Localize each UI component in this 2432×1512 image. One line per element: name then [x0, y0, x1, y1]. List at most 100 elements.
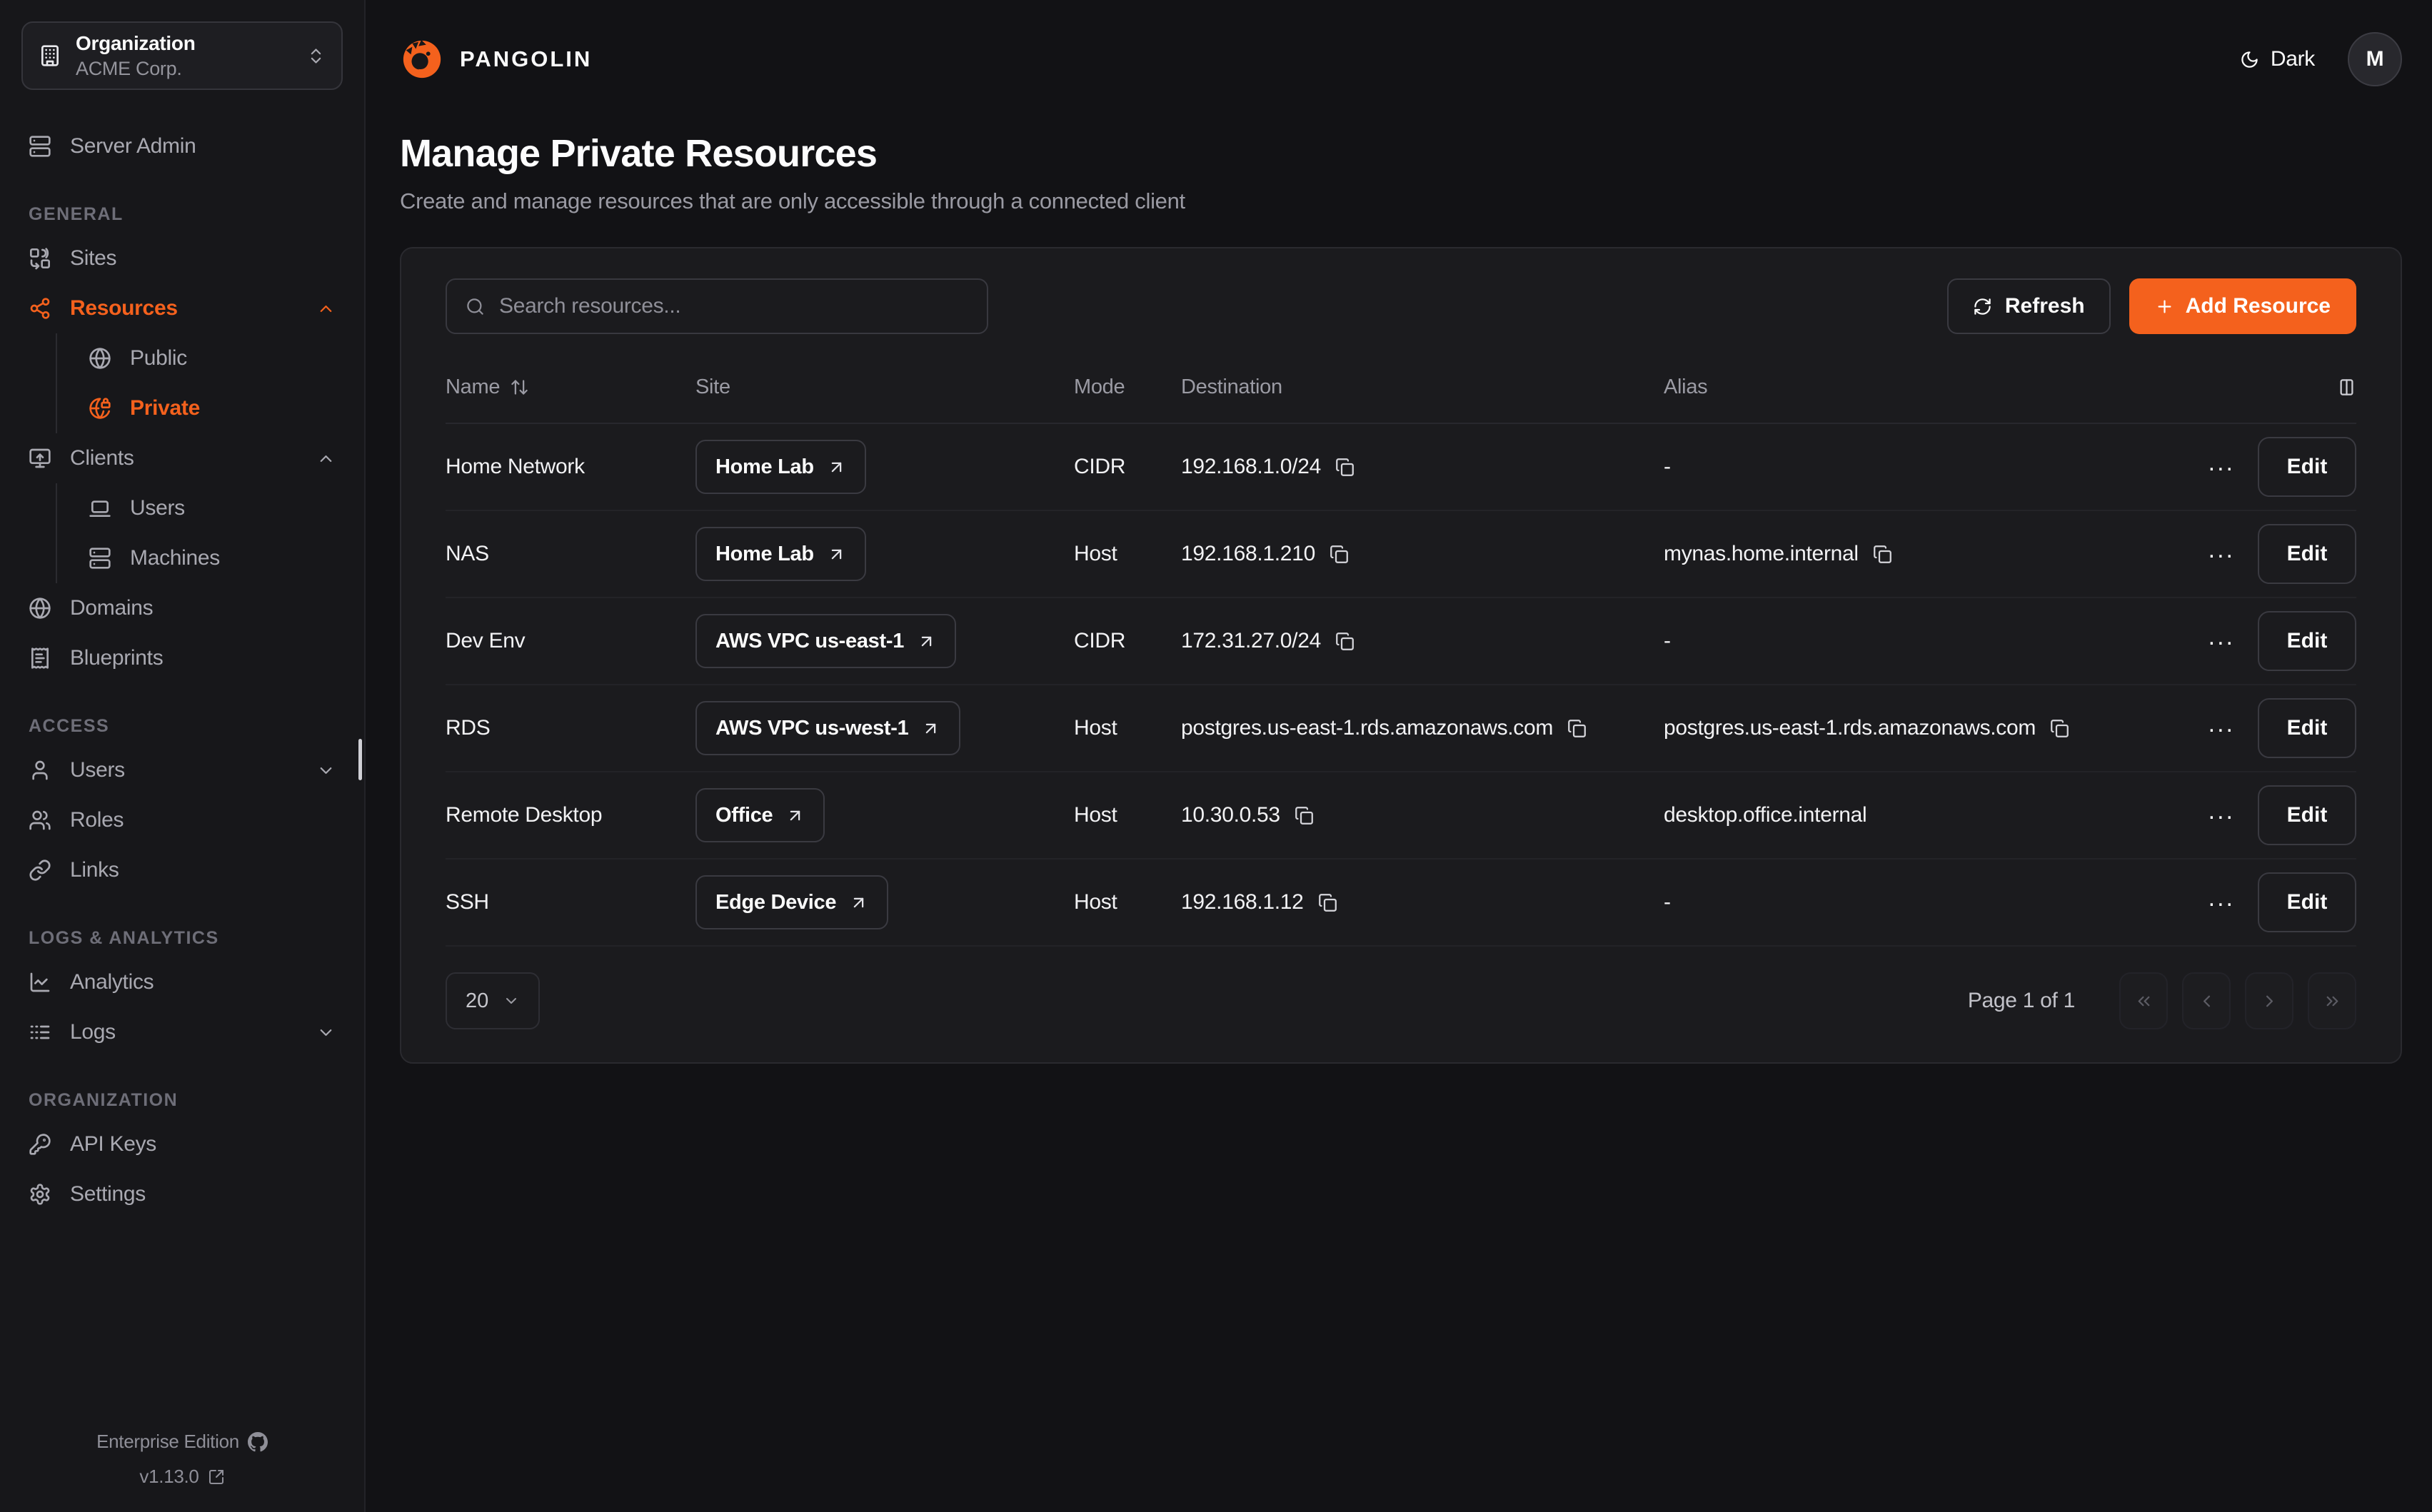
copy-button[interactable] [1330, 545, 1349, 564]
site-name: Edge Device [715, 891, 836, 914]
edit-button[interactable]: Edit [2258, 872, 2356, 932]
refresh-icon [1973, 297, 1992, 316]
destination-value: 172.31.27.0/24 [1181, 629, 1321, 653]
sidebar-item-logs[interactable]: Logs [21, 1007, 343, 1057]
site-link[interactable]: AWS VPC us-west-1 [695, 701, 960, 755]
sidebar-item-public[interactable]: Public [57, 333, 343, 383]
sidebar-item-sites[interactable]: Sites [21, 233, 343, 283]
chevron-up-icon [316, 449, 336, 468]
topbar: PANGOLIN Dark M [400, 29, 2402, 90]
search-input[interactable] [499, 294, 968, 318]
site-link[interactable]: Edge Device [695, 875, 888, 929]
sidebar-scrollbar-thumb[interactable] [358, 739, 362, 780]
row-menu-button[interactable]: ... [2209, 712, 2235, 745]
sidebar-item-label: Analytics [70, 970, 336, 994]
cell-name: SSH [446, 890, 695, 914]
sidebar-item-blueprints[interactable]: Blueprints [21, 633, 343, 683]
globe-lock-icon [89, 397, 111, 420]
edit-button[interactable]: Edit [2258, 437, 2356, 497]
page-subtitle: Create and manage resources that are onl… [400, 188, 2402, 214]
row-menu-button[interactable]: ... [2209, 538, 2235, 570]
search-icon [466, 297, 485, 316]
sidebar-item-label: Logs [70, 1020, 298, 1044]
theme-toggle[interactable]: Dark [2240, 47, 2315, 71]
cell-mode: Host [1074, 542, 1181, 566]
edit-button[interactable]: Edit [2258, 524, 2356, 584]
site-link[interactable]: Home Lab [695, 440, 866, 494]
sidebar-item-settings[interactable]: Settings [21, 1169, 343, 1219]
edit-button[interactable]: Edit [2258, 785, 2356, 845]
copy-button[interactable] [1567, 719, 1587, 738]
first-page-button[interactable] [2119, 972, 2168, 1029]
next-page-button[interactable] [2245, 972, 2293, 1029]
version-link[interactable]: v1.13.0 [139, 1466, 224, 1488]
avatar[interactable]: M [2348, 32, 2402, 86]
column-settings-button[interactable] [2337, 378, 2356, 397]
sidebar-item-label: Roles [70, 808, 336, 832]
page-size-select[interactable]: 20 [446, 972, 540, 1029]
avatar-initial: M [2366, 47, 2384, 71]
chevrons-right-icon [2323, 992, 2342, 1011]
brand-name: PANGOLIN [460, 46, 592, 72]
column-header-name[interactable]: Name [446, 376, 695, 399]
refresh-button[interactable]: Refresh [1947, 278, 2111, 334]
sidebar-item-roles[interactable]: Roles [21, 795, 343, 845]
sidebar-item-server-admin[interactable]: Server Admin [21, 121, 343, 171]
column-header-alias: Alias [1664, 376, 2178, 399]
cell-actions: ... Edit [2178, 872, 2356, 932]
column-header-destination: Destination [1181, 376, 1664, 399]
cell-name: RDS [446, 716, 695, 740]
sidebar-item-api-keys[interactable]: API Keys [21, 1119, 343, 1169]
cell-alias: - [1664, 455, 2178, 479]
row-menu-button[interactable]: ... [2209, 886, 2235, 919]
laptop-icon [89, 497, 111, 520]
sidebar-item-analytics[interactable]: Analytics [21, 957, 343, 1007]
sidebar-item-users[interactable]: Users [21, 745, 343, 795]
arrow-up-right-icon [827, 458, 846, 477]
site-link[interactable]: Office [695, 788, 825, 842]
sidebar-item-machines[interactable]: Machines [57, 533, 343, 583]
org-switcher[interactable]: Organization ACME Corp. [21, 21, 343, 90]
cell-alias: - [1664, 629, 2178, 653]
sidebar-item-label: Links [70, 858, 336, 882]
site-link[interactable]: Home Lab [695, 527, 866, 581]
last-page-button[interactable] [2308, 972, 2356, 1029]
copy-button[interactable] [2050, 719, 2069, 738]
site-link[interactable]: AWS VPC us-east-1 [695, 614, 956, 668]
alias-value: - [1664, 890, 1671, 914]
prev-page-button[interactable] [2182, 972, 2231, 1029]
add-resource-button[interactable]: Add Resource [2129, 278, 2356, 334]
section-general: GENERAL [29, 204, 343, 225]
moon-icon [2240, 50, 2259, 69]
cell-alias: mynas.home.internal [1664, 542, 2178, 566]
copy-icon [1335, 632, 1355, 651]
copy-button[interactable] [1335, 458, 1355, 477]
arrow-up-right-icon [827, 545, 846, 564]
sidebar-item-private[interactable]: Private [57, 383, 343, 433]
cell-destination: 192.168.1.210 [1181, 542, 1664, 566]
sidebar-item-links[interactable]: Links [21, 845, 343, 895]
org-label: Organization [76, 32, 292, 55]
copy-button[interactable] [1873, 545, 1892, 564]
row-menu-button[interactable]: ... [2209, 450, 2235, 483]
row-menu-button[interactable]: ... [2209, 625, 2235, 657]
sidebar-item-resources[interactable]: Resources [21, 283, 343, 333]
cell-destination: 192.168.1.0/24 [1181, 455, 1664, 479]
column-label: Alias [1664, 376, 1707, 399]
page-title: Manage Private Resources [400, 131, 2402, 176]
copy-button[interactable] [1318, 893, 1337, 912]
users-icon [29, 809, 51, 832]
chevrons-up-down-icon [306, 46, 326, 66]
sidebar: Organization ACME Corp. Server Admin GEN… [0, 0, 366, 1512]
edit-button[interactable]: Edit [2258, 698, 2356, 758]
brand[interactable]: PANGOLIN [400, 37, 592, 81]
edition-link[interactable]: Enterprise Edition [96, 1431, 268, 1453]
copy-button[interactable] [1335, 632, 1355, 651]
edit-button[interactable]: Edit [2258, 611, 2356, 671]
sidebar-item-clients[interactable]: Clients [21, 433, 343, 483]
sidebar-item-domains[interactable]: Domains [21, 583, 343, 633]
copy-button[interactable] [1295, 806, 1314, 825]
sidebar-item-client-users[interactable]: Users [57, 483, 343, 533]
row-menu-button[interactable]: ... [2209, 799, 2235, 832]
cell-mode: Host [1074, 890, 1181, 914]
